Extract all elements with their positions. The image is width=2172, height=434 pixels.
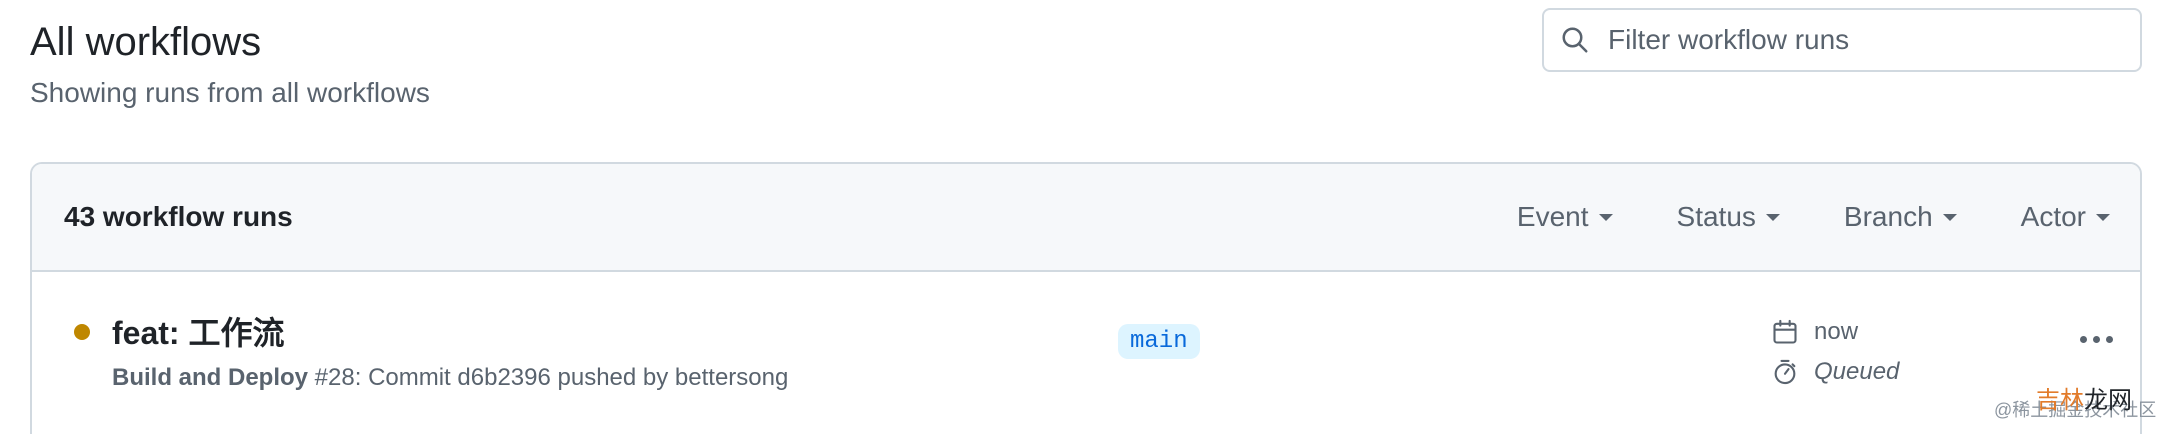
runs-count: 43 workflow runs <box>64 201 293 232</box>
caret-down-icon <box>1598 213 1613 221</box>
run-description: #28: Commit d6b2396 pushed by bettersong <box>308 364 789 391</box>
run-duration: Queued <box>1770 352 1899 392</box>
caret-down-icon <box>1765 213 1780 221</box>
event-filter[interactable]: Event <box>1517 201 1613 233</box>
status-filter-label: Status <box>1676 201 1756 232</box>
caret-down-icon <box>1942 213 1957 221</box>
watermark-overlay-2: 龙网 <box>2084 387 2132 414</box>
run-time-text: now <box>1814 318 1859 345</box>
page-subtitle: Showing runs from all workflows <box>30 77 430 108</box>
run-title-link[interactable]: feat: 工作流 <box>112 308 284 354</box>
filter-bar: Event Status Branch Actor <box>1453 201 2110 233</box>
run-duration-text: Queued <box>1814 358 1900 385</box>
branch-filter[interactable]: Branch <box>1844 201 1957 233</box>
actor-filter[interactable]: Actor <box>2021 201 2110 233</box>
stopwatch-icon <box>1770 357 1800 387</box>
queued-status-icon <box>74 324 90 340</box>
workflows-page: All workflows Showing runs from all work… <box>0 0 2172 434</box>
workflow-runs-box: 43 workflow runs Event Status Branch Act… <box>30 162 2142 434</box>
page-title: All workflows <box>30 20 262 64</box>
workflow-run-row[interactable]: feat: 工作流 Build and Deploy #28: Commit d… <box>32 272 2140 434</box>
actor-filter-label: Actor <box>2020 201 2086 232</box>
watermark-overlay-1: 吉林 <box>2036 387 2084 414</box>
runs-header: 43 workflow runs Event Status Branch Act… <box>32 164 2140 272</box>
filter-runs-search[interactable] <box>1542 8 2142 72</box>
run-timing: now Queued <box>1770 312 1899 392</box>
run-meta: Build and Deploy #28: Commit d6b2396 pus… <box>112 364 788 392</box>
search-icon <box>1558 23 1592 57</box>
run-date: now <box>1770 312 1899 352</box>
branch-label[interactable]: main <box>1118 324 1200 359</box>
event-filter-label: Event <box>1516 201 1589 232</box>
calendar-icon <box>1770 317 1800 347</box>
status-filter[interactable]: Status <box>1677 201 1780 233</box>
kebab-menu-icon[interactable] <box>2080 336 2113 343</box>
search-input[interactable] <box>1608 24 2108 56</box>
workflow-name: Build and Deploy <box>112 364 309 391</box>
caret-down-icon <box>2096 213 2110 221</box>
branch-filter-label: Branch <box>1843 201 1933 232</box>
